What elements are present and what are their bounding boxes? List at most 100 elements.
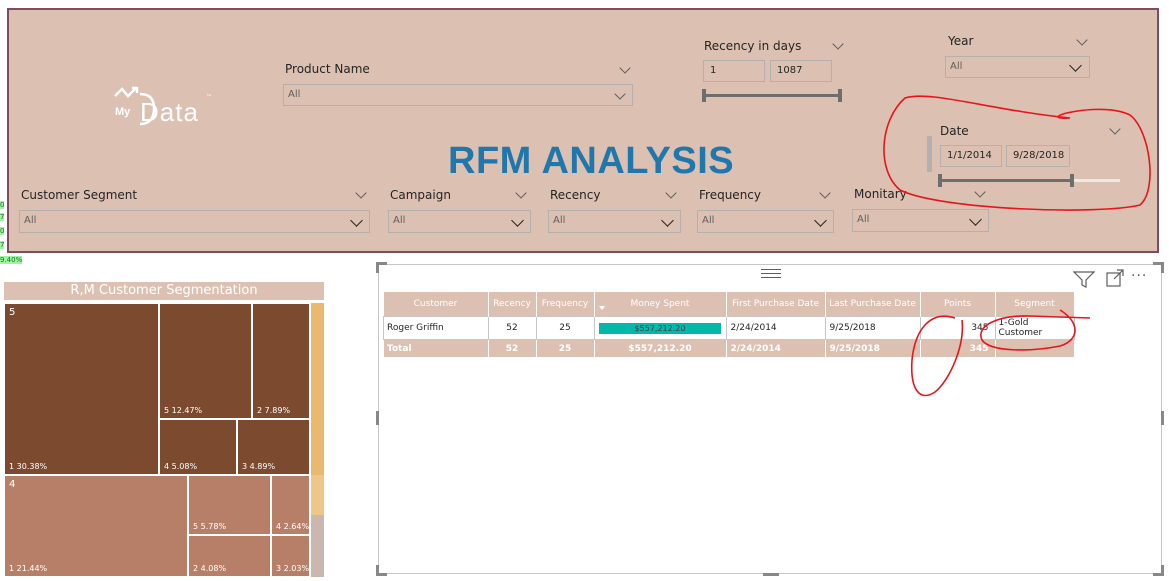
frequency-label: Frequency xyxy=(699,188,761,202)
date-slider-start-handle[interactable] xyxy=(938,174,942,187)
treemap-group-label: 4 xyxy=(9,479,16,490)
treemap-tile[interactable]: 3 2.03% xyxy=(271,535,310,577)
chevron-down-icon xyxy=(814,214,827,227)
column-header[interactable]: Customer xyxy=(383,292,489,317)
recency-label: Recency xyxy=(550,188,601,202)
monitary-label: Monitary xyxy=(854,187,907,201)
date-slider-track-rest xyxy=(1074,179,1120,182)
product-name-value: All xyxy=(288,89,301,100)
side-label: 0 xyxy=(0,201,5,209)
cell-segment: 1-Gold Customer xyxy=(994,316,1075,340)
year-label: Year xyxy=(948,34,974,48)
column-header[interactable]: Frequency xyxy=(536,292,595,317)
drag-grip-icon[interactable] xyxy=(761,269,781,278)
date-slicer-focus-bar xyxy=(927,136,932,172)
treemap-tile-label: 4 5.08% xyxy=(164,462,198,471)
recency-days-min-input[interactable]: 1 xyxy=(703,60,765,82)
date-end-input[interactable]: 9/28/2018 xyxy=(1006,145,1070,167)
year-value: All xyxy=(950,61,963,72)
column-header[interactable]: Recency xyxy=(488,292,537,317)
cell-points: 345 xyxy=(919,316,996,340)
recency-days-slider-min-handle[interactable] xyxy=(702,89,706,102)
frequency-dropdown[interactable]: All xyxy=(697,210,834,233)
resize-handle-top-left[interactable] xyxy=(376,262,387,273)
column-header[interactable]: First Purchase Date xyxy=(726,292,826,317)
treemap-tile[interactable] xyxy=(310,303,324,475)
total-recency: 52 xyxy=(487,339,537,358)
total-points: 345 xyxy=(919,339,996,358)
frequency-value: All xyxy=(702,215,715,226)
column-header[interactable]: Last Purchase Date xyxy=(825,292,921,317)
date-slider-track[interactable] xyxy=(940,179,1074,182)
total-first-purchase: 2/24/2014 xyxy=(725,339,826,358)
customer-segment-label: Customer Segment xyxy=(21,188,138,202)
total-label: Total xyxy=(383,339,489,358)
treemap-tile[interactable]: 4 5.08% xyxy=(159,419,237,475)
resize-handle-right[interactable] xyxy=(1161,411,1164,425)
product-name-dropdown[interactable]: All xyxy=(283,84,633,106)
resize-handle-left[interactable] xyxy=(376,411,379,425)
product-name-label: Product Name xyxy=(285,62,370,76)
rfm-table: Customer Recency Frequency Money Spent F… xyxy=(383,292,1075,358)
column-header-label: Money Spent xyxy=(630,299,690,309)
campaign-value: All xyxy=(393,215,406,226)
date-slider-end-handle[interactable] xyxy=(1070,174,1074,187)
cell-frequency: 25 xyxy=(535,316,595,340)
date-start-input[interactable]: 1/1/2014 xyxy=(940,145,1002,167)
table-visual[interactable]: ··· Customer Recency Frequency Money Spe… xyxy=(376,262,1164,576)
cell-first-purchase: 2/24/2014 xyxy=(725,316,826,340)
resize-handle-bottom[interactable] xyxy=(763,573,779,576)
column-header-sorted[interactable]: Money Spent xyxy=(594,292,727,317)
recency-days-max-input[interactable]: 1087 xyxy=(770,60,832,82)
side-label: 7 xyxy=(0,241,5,249)
more-options-icon[interactable]: ··· xyxy=(1131,268,1147,284)
treemap: 5 1 30.38% 5 12.47% 2 7.89% 4 5.08% 3 4.… xyxy=(4,303,324,577)
recency-days-label: Recency in days xyxy=(704,39,802,53)
recency-days-slider-max-handle[interactable] xyxy=(838,89,842,102)
recency-dropdown[interactable]: All xyxy=(548,210,681,233)
chevron-down-icon xyxy=(511,214,524,227)
filter-icon[interactable] xyxy=(1073,270,1095,288)
treemap-tile[interactable]: 2 4.08% xyxy=(188,535,271,577)
treemap-tile[interactable]: 3 4.89% xyxy=(237,419,310,475)
customer-segment-dropdown[interactable]: All xyxy=(19,210,370,233)
page-title: RFM ANALYSIS xyxy=(448,140,735,182)
total-money-spent: $557,212.20 xyxy=(593,339,727,358)
treemap-tile[interactable]: 2 7.89% xyxy=(252,303,310,419)
treemap-tile-label: 3 4.89% xyxy=(242,462,276,471)
side-label: 9.40% xyxy=(0,256,23,264)
table-row[interactable]: Roger Griffin 52 25 $557,212.20 2/24/201… xyxy=(383,316,1075,340)
resize-handle-bottom-left[interactable] xyxy=(376,565,387,576)
campaign-dropdown[interactable]: All xyxy=(388,210,531,233)
treemap-tile[interactable]: 4 2.64% xyxy=(271,475,310,535)
focus-mode-icon[interactable] xyxy=(1106,269,1124,287)
recency-days-slider-track[interactable] xyxy=(704,94,842,97)
sort-descending-icon xyxy=(598,306,605,310)
date-label: Date xyxy=(940,124,969,138)
cell-money-spent: $557,212.20 xyxy=(593,316,727,340)
treemap-group-label: 5 xyxy=(9,307,16,318)
mydata-logo: My Data ™ xyxy=(112,86,222,130)
cell-recency: 52 xyxy=(487,316,537,340)
treemap-tile[interactable]: 4 1 21.44% xyxy=(4,475,188,577)
treemap-tile[interactable]: 5 1 30.38% xyxy=(4,303,159,475)
chevron-down-icon xyxy=(661,214,674,227)
monitary-dropdown[interactable]: All xyxy=(852,209,989,232)
treemap-tile-label: 1 21.44% xyxy=(9,564,48,573)
resize-handle-top-right[interactable] xyxy=(1153,262,1164,273)
treemap-tile[interactable]: 5 12.47% xyxy=(159,303,252,419)
column-header[interactable]: Segment xyxy=(995,292,1075,317)
side-label: 0 xyxy=(0,227,5,235)
treemap-tile[interactable] xyxy=(310,475,324,515)
cell-customer: Roger Griffin xyxy=(383,316,489,340)
treemap-tile[interactable]: 5 5.78% xyxy=(188,475,271,535)
resize-handle-bottom-right[interactable] xyxy=(1153,565,1164,576)
column-header[interactable]: Points xyxy=(920,292,996,317)
chevron-down-icon xyxy=(350,214,363,227)
treemap-tile[interactable] xyxy=(310,515,324,577)
logo-text: Data xyxy=(140,97,199,127)
treemap-tile-label: 3 2.03% xyxy=(276,564,310,573)
table-total-row: Total 52 25 $557,212.20 2/24/2014 9/25/2… xyxy=(383,339,1075,358)
money-spent-databar: $557,212.20 xyxy=(599,322,721,334)
year-dropdown[interactable]: All xyxy=(945,56,1090,78)
